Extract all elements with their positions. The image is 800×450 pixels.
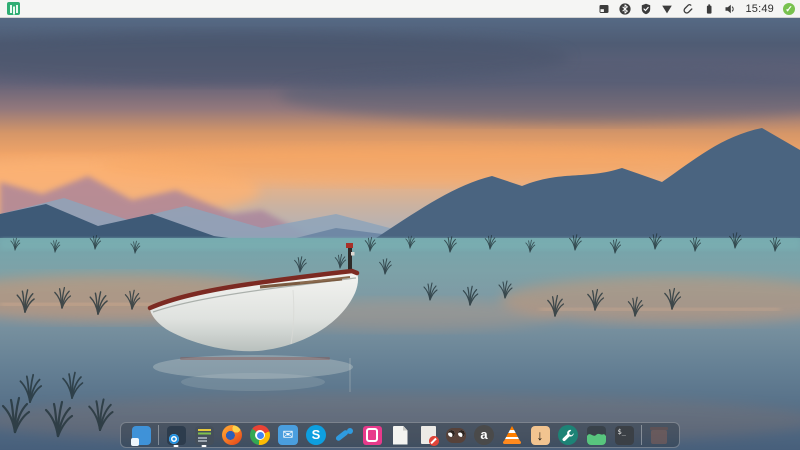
dock: ✉ S a ↓ $_ [120, 422, 680, 448]
drawing-tool-icon [334, 425, 354, 445]
battery-icon[interactable] [703, 3, 715, 15]
goggles-icon [446, 428, 466, 443]
vlc-icon [503, 426, 521, 444]
download-icon: ↓ [531, 426, 550, 445]
dock-item-amazon[interactable]: a [473, 423, 495, 447]
manjaro-logo[interactable] [7, 2, 20, 15]
display-icon[interactable] [598, 3, 610, 15]
updates-icon[interactable]: ✓ [783, 3, 795, 15]
screenshot-icon [167, 426, 186, 445]
wrench-icon [558, 425, 578, 445]
dock-item-software-update[interactable] [193, 423, 215, 447]
dock-item-text-document[interactable] [389, 423, 411, 447]
shield-check-icon[interactable] [640, 3, 652, 15]
wallpaper-image [0, 0, 800, 450]
dock-separator [158, 425, 159, 445]
skype-icon: S [306, 425, 326, 445]
dock-item-drawing-tool[interactable] [333, 423, 355, 447]
document-restricted-icon [421, 426, 436, 444]
volume-icon[interactable] [724, 3, 736, 15]
dock-item-vlc[interactable] [501, 423, 523, 447]
terminal-icon: $_ [615, 426, 634, 445]
dock-item-document-restricted[interactable] [417, 423, 439, 447]
chrome-icon [250, 425, 270, 445]
bluetooth-icon[interactable] [619, 3, 631, 15]
dock-item-file-manager[interactable] [130, 423, 152, 447]
dock-item-download-manager[interactable]: ↓ [529, 423, 551, 447]
dock-item-goggles-viewer[interactable] [445, 423, 467, 447]
clock[interactable]: 15:49 [745, 3, 774, 15]
document-icon [393, 426, 408, 445]
dock-item-firefox[interactable] [221, 423, 243, 447]
firefox-icon [222, 425, 242, 445]
amazon-icon: a [474, 425, 494, 445]
dock-item-mail[interactable]: ✉ [277, 423, 299, 447]
top-panel: 15:49 ✓ [0, 0, 800, 18]
dock-item-system-tools[interactable] [557, 423, 579, 447]
file-manager-icon [132, 426, 151, 445]
dock-item-terminal[interactable]: $_ [613, 423, 635, 447]
dock-item-trash[interactable] [648, 423, 670, 447]
dock-separator [641, 425, 642, 445]
clipboard-icon[interactable] [682, 3, 694, 15]
software-update-icon [195, 426, 214, 445]
mail-icon: ✉ [278, 425, 298, 445]
system-monitor-icon [587, 426, 606, 445]
trash-icon [650, 427, 668, 444]
ms-office-icon [363, 426, 382, 445]
dock-item-ms-office[interactable] [361, 423, 383, 447]
dock-item-system-monitor[interactable] [585, 423, 607, 447]
dock-item-chrome[interactable] [249, 423, 271, 447]
network-icon[interactable] [661, 3, 673, 15]
dock-item-screenshot-tool[interactable] [165, 423, 187, 447]
dock-item-skype[interactable]: S [305, 423, 327, 447]
system-tray: 15:49 ✓ [598, 3, 795, 15]
desktop: 15:49 ✓ ✉ S a ↓ $_ [0, 0, 800, 450]
